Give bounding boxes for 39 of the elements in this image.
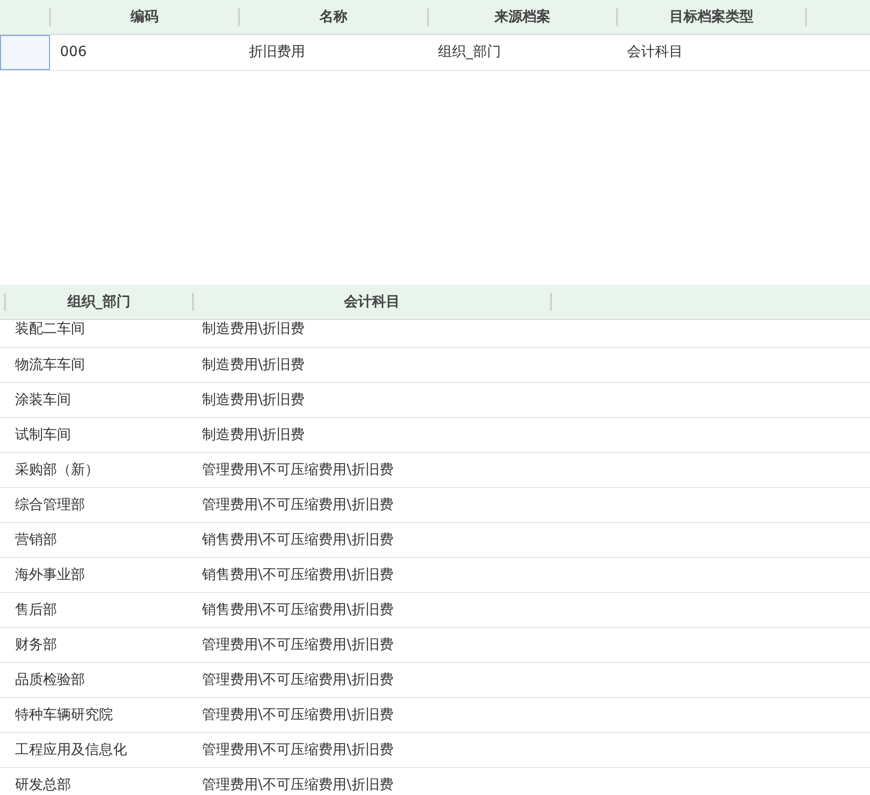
table-cell-text: 制造费用\折旧费 [201,391,305,409]
table-cell-text: 物流车车间 [14,356,86,374]
table-cell-text: 管理费用\不可压缩费用\折旧费 [201,461,394,479]
table-cell-text: 海外事业部 [14,566,86,584]
column-header[interactable]: 编码 [49,8,238,26]
table-cell-text: 制造费用\折旧费 [201,426,305,444]
row-selector[interactable] [0,35,50,70]
table-cell-text: 组织_部门 [437,43,502,62]
table-cell-text: 销售费用\不可压缩费用\折旧费 [201,531,394,549]
table-cell-text: 销售费用\不可压缩费用\折旧费 [201,566,394,584]
table-cell-text: 会计科目 [626,43,684,62]
table-cell-text: 营销部 [14,531,58,549]
table-cell-text: 试制车间 [14,426,72,444]
table-cell-text: 管理费用\不可压缩费用\折旧费 [201,741,394,759]
table-cell-text: 综合管理部 [14,496,86,514]
table-cell-text: 管理费用\不可压缩费用\折旧费 [201,636,394,654]
column-header[interactable]: 名称 [238,8,427,26]
table-cell-text: 品质检验部 [14,671,86,689]
table-cell-text: 研发总部 [14,776,72,794]
column-header[interactable]: 目标档案类型 [616,8,805,26]
column-header[interactable]: 组织_部门 [4,293,192,311]
table-cell-text: 制造费用\折旧费 [201,320,305,338]
table-cell-text: 管理费用\不可压缩费用\折旧费 [201,776,394,794]
table-cell-text: 涂装车间 [14,391,72,409]
table-cell-text: 采购部（新） [14,461,100,479]
table-cell-text: 工程应用及信息化 [14,741,128,759]
table-cell-text: 管理费用\不可压缩费用\折旧费 [201,496,394,514]
table-cell-text: 管理费用\不可压缩费用\折旧费 [201,706,394,724]
table-cell-text: 管理费用\不可压缩费用\折旧费 [201,671,394,689]
table-cell-text: 制造费用\折旧费 [201,356,305,374]
table-cell-text: 特种车辆研究院 [14,706,114,724]
table-cell-text: 销售费用\不可压缩费用\折旧费 [201,601,394,619]
column-header[interactable]: 来源档案 [427,8,616,26]
table-cell-text: 折旧费用 [248,43,306,62]
table-cell-text: 006 [59,43,88,62]
column-header[interactable]: 会计科目 [192,293,550,311]
table-cell-text: 售后部 [14,601,58,619]
table-cell-text: 装配二车间 [14,320,86,338]
table-cell-text: 财务部 [14,636,58,654]
